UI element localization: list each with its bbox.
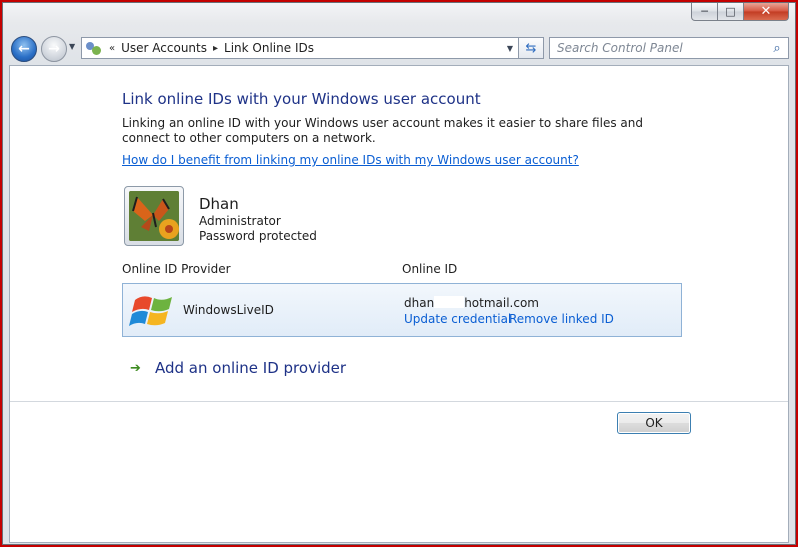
navigation-bar: ← → ▼ « User Accounts ▸ Link Online IDs … [3,33,795,65]
breadcrumb-separator-icon[interactable]: ▸ [213,43,218,54]
search-box[interactable]: Search Control Panel ⌕ [549,37,789,59]
remove-linked-id-link[interactable]: Remove linked ID [509,312,614,326]
add-online-id-provider-link[interactable]: Add an online ID provider [155,359,346,377]
search-icon[interactable]: ⌕ [766,41,788,56]
control-panel-window: ─ □ ✕ ← → ▼ « User Accounts ▸ Link Onlin… [2,2,796,545]
breadcrumb-link-online-ids[interactable]: Link Online IDs [224,41,314,55]
forward-arrow-icon: → [48,41,60,57]
column-header-online-id: Online ID [402,262,458,276]
windows-logo-icon [129,290,177,332]
search-input[interactable]: Search Control Panel [557,41,766,55]
divider [10,401,788,402]
maximize-button[interactable]: □ [718,3,744,21]
forward-button[interactable]: → [41,36,67,62]
breadcrumb-overflow-icon[interactable]: « [109,43,115,54]
caption-buttons: ─ □ ✕ [691,3,789,21]
online-id-suffix: hotmail.com [464,296,539,310]
butterfly-picture-icon [129,191,179,241]
refresh-button[interactable]: ⇆ [519,37,544,59]
user-password-status: Password protected [199,229,317,243]
page-title: Link online IDs with your Windows user a… [122,90,481,108]
address-dropdown-icon[interactable]: ▼ [502,38,518,58]
table-row[interactable]: WindowsLiveID dhan hotmail.com Update cre… [122,283,682,337]
back-arrow-icon: ← [18,41,30,57]
recent-pages-button[interactable]: ▼ [69,42,75,51]
refresh-icon: ⇆ [525,40,537,56]
green-arrow-icon: ➔ [130,361,141,376]
provider-name: WindowsLiveID [183,303,274,317]
user-name: Dhan [199,195,239,213]
close-button[interactable]: ✕ [744,3,789,21]
page-description: Linking an online ID with your Windows u… [122,116,643,145]
avatar [124,186,184,246]
column-header-provider: Online ID Provider [122,262,231,276]
back-button[interactable]: ← [11,36,37,62]
user-accounts-icon [85,40,103,56]
address-bar[interactable]: « User Accounts ▸ Link Online IDs ▼ [81,37,519,59]
minimize-button[interactable]: ─ [691,3,718,21]
user-role: Administrator [199,214,281,228]
redaction-block [434,296,465,308]
breadcrumb-user-accounts[interactable]: User Accounts [121,41,207,55]
content-pane: Link online IDs with your Windows user a… [9,65,789,543]
online-id-value: dhan hotmail.com [404,296,539,310]
ok-button[interactable]: OK [617,412,691,434]
update-credential-link[interactable]: Update credential [404,312,511,326]
online-id-prefix: dhan [404,296,435,310]
help-link[interactable]: How do I benefit from linking my online … [122,153,579,167]
